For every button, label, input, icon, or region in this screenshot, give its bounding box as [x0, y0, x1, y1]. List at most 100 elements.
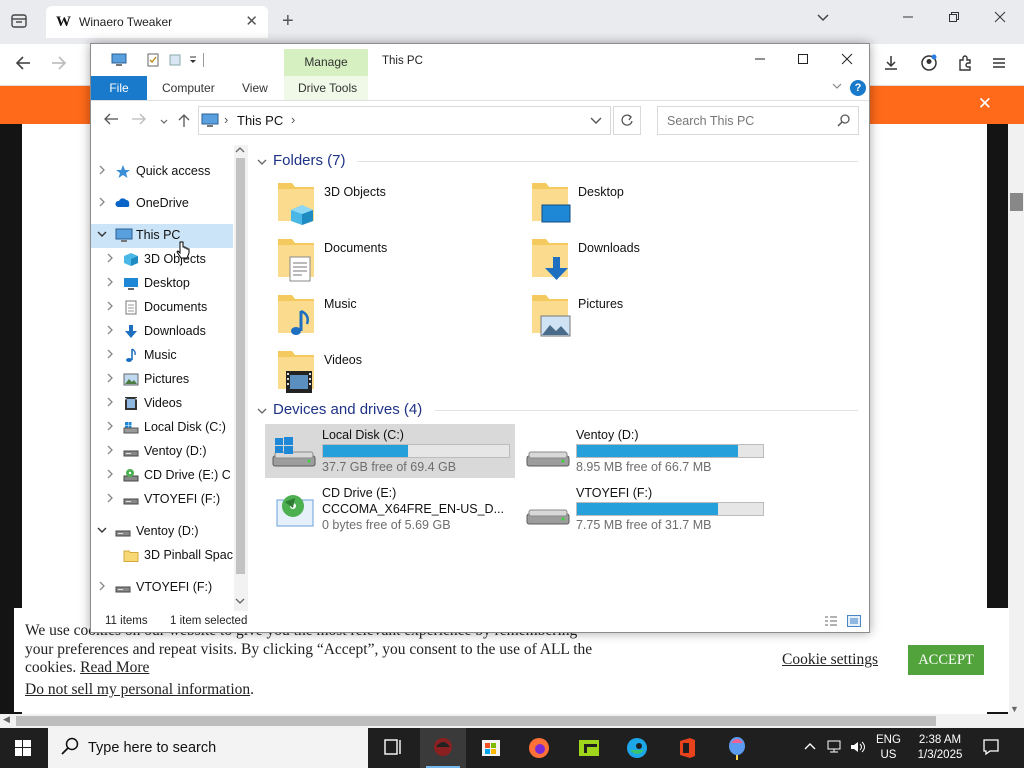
help-icon[interactable]: ? [850, 80, 866, 96]
folder-item[interactable]: Downloads [530, 235, 770, 283]
nav-item[interactable]: Pictures [91, 368, 233, 392]
folder-item[interactable]: 3D Objects [276, 179, 516, 227]
cookie-settings-link[interactable]: Cookie settings [782, 651, 878, 669]
expand-arrow-icon[interactable] [105, 397, 115, 410]
nav-item[interactable]: VTOYEFI (F:) [91, 576, 233, 600]
drives-header[interactable]: Devices and drives (4) [273, 401, 422, 418]
expand-arrow-icon[interactable] [105, 253, 115, 266]
expand-arrow-icon[interactable] [105, 277, 115, 290]
back-icon[interactable] [103, 112, 119, 130]
details-view-icon[interactable] [824, 615, 838, 630]
properties-qat-icon[interactable] [146, 53, 160, 67]
input-language-indicator[interactable]: ENG US [876, 733, 901, 763]
address-bar[interactable]: › This PC › [198, 106, 611, 135]
nav-item[interactable]: 3D Pinball Spac [91, 544, 233, 568]
nav-item[interactable]: Ventoy (D:) [91, 520, 233, 544]
new-folder-qat-icon[interactable] [168, 53, 182, 67]
nav-item[interactable]: This PC [91, 224, 233, 248]
nav-scroll-up-icon[interactable] [235, 146, 245, 156]
accept-button[interactable]: ACCEPT [908, 645, 984, 675]
up-icon[interactable] [177, 112, 191, 132]
page-scrollbar-thumb[interactable] [1010, 193, 1023, 211]
nav-item[interactable]: VTOYEFI (F:) [91, 488, 233, 512]
close-button[interactable] [837, 52, 857, 69]
microsoft-store-icon[interactable] [468, 728, 514, 768]
task-view-icon[interactable] [370, 728, 416, 768]
expand-arrow-icon[interactable] [105, 349, 115, 362]
file-tab[interactable]: File [91, 76, 147, 100]
page-scrollbar[interactable] [1008, 124, 1024, 714]
horizontal-scrollbar-thumb[interactable] [16, 716, 936, 726]
expand-ribbon-icon[interactable] [832, 82, 842, 93]
show-hidden-icons-icon[interactable] [804, 740, 816, 755]
large-icons-view-icon[interactable] [847, 615, 861, 630]
manage-context-tab[interactable]: Manage [284, 49, 368, 76]
scroll-left-icon[interactable]: ◀ [3, 714, 10, 725]
folder-item[interactable]: Pictures [530, 291, 770, 339]
folder-item[interactable]: Videos [276, 347, 516, 395]
expand-arrow-icon[interactable] [105, 373, 115, 386]
firefox-icon[interactable] [516, 728, 562, 768]
address-dropdown-icon[interactable] [590, 115, 602, 129]
nav-item[interactable]: Music [91, 344, 233, 368]
balloon-app-icon[interactable] [714, 728, 760, 768]
expand-arrow-icon[interactable] [97, 581, 107, 594]
extensions-icon[interactable] [954, 54, 976, 77]
minimize-button[interactable] [750, 52, 770, 69]
volume-icon[interactable] [850, 740, 866, 757]
profile-icon[interactable] [918, 54, 940, 77]
downloads-icon[interactable] [880, 54, 902, 77]
expand-arrow-icon[interactable] [105, 493, 115, 506]
start-button[interactable] [0, 728, 46, 768]
qat-dropdown-icon[interactable] [186, 53, 200, 67]
drive-tools-tab[interactable]: Drive Tools [298, 76, 357, 100]
page-scroll-down-icon[interactable]: ▼ [1010, 704, 1019, 714]
address-location[interactable]: This PC [237, 113, 283, 128]
banner-close-icon[interactable]: ✕ [978, 94, 992, 114]
collapse-arrow-icon[interactable] [97, 229, 107, 242]
browser-forward-icon[interactable] [50, 54, 68, 77]
expand-arrow-icon[interactable] [97, 197, 107, 210]
nav-scrollbar-thumb[interactable] [236, 158, 245, 574]
nav-item[interactable]: Videos [91, 392, 233, 416]
recent-locations-icon[interactable] [159, 114, 169, 131]
clock[interactable]: 2:38 AM 1/3/2025 [912, 733, 968, 763]
forward-icon[interactable] [131, 112, 147, 130]
taskbar-search-placeholder[interactable]: Type here to search [88, 740, 216, 756]
collapse-arrow-icon[interactable] [97, 525, 107, 538]
tab-close-icon[interactable]: ✕ [245, 12, 258, 30]
green-app-icon[interactable] [566, 728, 612, 768]
browser-close-button[interactable] [990, 10, 1010, 27]
drive-item[interactable]: Ventoy (D:) 8.95 MB free of 66.7 MB [519, 424, 769, 478]
expand-arrow-icon[interactable] [105, 301, 115, 314]
nav-item[interactable]: OneDrive [91, 192, 233, 216]
maximize-button[interactable] [793, 52, 813, 69]
new-tab-button[interactable]: + [282, 10, 294, 33]
nav-item[interactable]: Downloads [91, 320, 233, 344]
drive-item[interactable]: Local Disk (C:) 37.7 GB free of 69.4 GB [265, 424, 515, 478]
expand-arrow-icon[interactable] [105, 421, 115, 434]
taskbar-search-box[interactable]: Type here to search [48, 728, 368, 768]
tab-actions-icon[interactable] [8, 12, 30, 32]
browser-restore-button[interactable] [944, 10, 964, 27]
browser-minimize-button[interactable] [898, 10, 918, 27]
nav-item[interactable]: Quick access [91, 160, 233, 184]
search-box[interactable]: Search This PC [657, 106, 859, 135]
nav-item[interactable]: CD Drive (E:) C [91, 464, 233, 488]
folder-item[interactable]: Music [276, 291, 516, 339]
menu-icon[interactable] [988, 54, 1010, 77]
computer-qat-icon[interactable] [111, 53, 127, 67]
nav-item[interactable]: Ventoy (D:) [91, 440, 233, 464]
office-icon[interactable] [664, 728, 710, 768]
expand-arrow-icon[interactable] [105, 445, 115, 458]
view-tab[interactable]: View [242, 76, 268, 100]
drive-item[interactable]: CD Drive (E:) CCCOMA_X64FRE_EN-US_D... 0 b… [265, 482, 515, 536]
network-icon[interactable] [826, 740, 842, 757]
read-more-link[interactable]: Read More [80, 659, 149, 676]
expand-arrow-icon[interactable] [105, 469, 115, 482]
folders-collapse-icon[interactable] [257, 157, 267, 169]
search-placeholder[interactable]: Search This PC [667, 114, 754, 128]
notifications-icon[interactable] [982, 738, 1000, 761]
tab-list-chevron-icon[interactable] [816, 11, 830, 26]
browser-back-icon[interactable] [14, 54, 32, 77]
